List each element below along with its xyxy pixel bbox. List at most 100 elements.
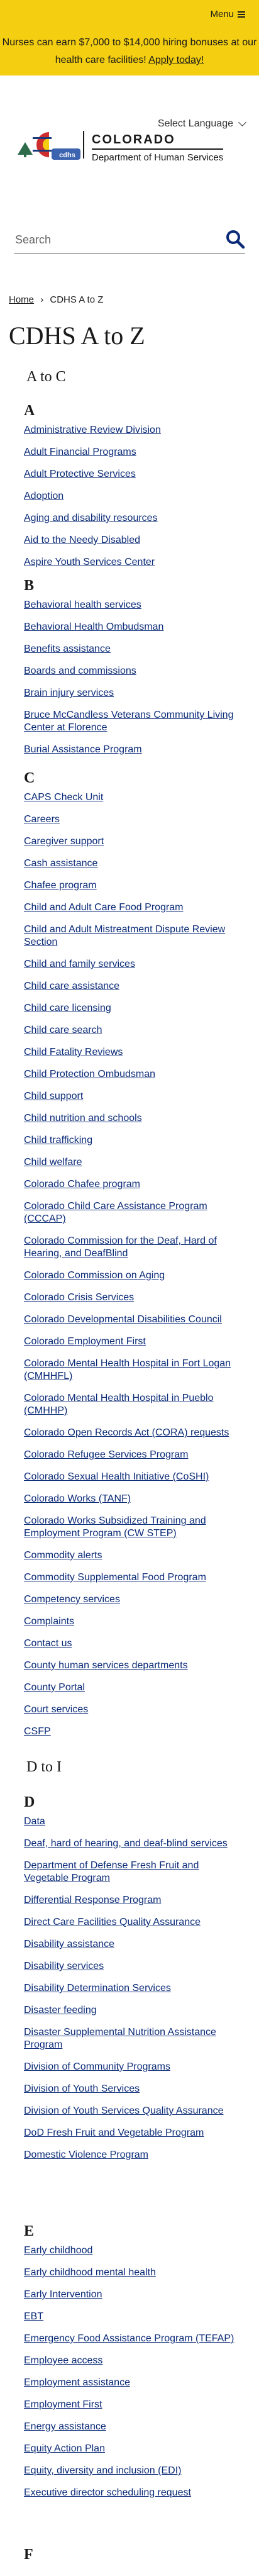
- list-item: Child and Adult Mistreatment Dispute Rev…: [24, 923, 244, 949]
- az-link[interactable]: Colorado Works (TANF): [24, 1493, 131, 1504]
- az-link[interactable]: Emergency Food Assistance Program (TEFAP…: [24, 2333, 234, 2344]
- az-link[interactable]: Colorado Chafee program: [24, 1179, 140, 1190]
- az-link[interactable]: Aging and disability resources: [24, 513, 158, 523]
- az-link[interactable]: Colorado Open Records Act (CORA) request…: [24, 1427, 229, 1438]
- list-item: Adult Protective Services: [24, 468, 244, 481]
- az-link[interactable]: Brain injury services: [24, 688, 114, 698]
- az-link[interactable]: Child care search: [24, 1025, 102, 1035]
- az-link[interactable]: Colorado Sexual Health Initiative (CoSHI…: [24, 1471, 209, 1482]
- az-link[interactable]: Early Intervention: [24, 2289, 102, 2300]
- search-icon[interactable]: [225, 229, 245, 249]
- az-link[interactable]: Aid to the Needy Disabled: [24, 535, 140, 545]
- az-link[interactable]: Deaf, hard of hearing, and deaf-blind se…: [24, 1838, 228, 1849]
- az-link[interactable]: DoD Fresh Fruit and Vegetable Program: [24, 2127, 204, 2138]
- list-item: Employment First: [24, 2399, 244, 2411]
- e-list: Early childhood Early childhood mental he…: [24, 2244, 244, 2509]
- az-link[interactable]: EBT: [24, 2311, 43, 2322]
- az-link[interactable]: Colorado Mental Health Hospital in Fort …: [24, 1358, 231, 1381]
- search-input[interactable]: [14, 226, 205, 253]
- az-link[interactable]: Colorado Commission on Aging: [24, 1270, 165, 1281]
- list-item: Colorado Works Subsidized Training and E…: [24, 1515, 244, 1540]
- az-link[interactable]: Adult Protective Services: [24, 469, 136, 479]
- list-item: Equity, diversity and inclusion (EDI): [24, 2465, 244, 2477]
- az-link[interactable]: Child and Adult Care Food Program: [24, 902, 183, 913]
- az-link[interactable]: Colorado Employment First: [24, 1336, 146, 1347]
- az-link[interactable]: Competency services: [24, 1594, 120, 1605]
- az-link[interactable]: Disability services: [24, 1961, 104, 1971]
- az-link[interactable]: Colorado Child Care Assistance Program (…: [24, 1201, 207, 1224]
- az-link[interactable]: Child welfare: [24, 1157, 82, 1168]
- az-link[interactable]: County Portal: [24, 1682, 85, 1693]
- az-link[interactable]: Child and family services: [24, 959, 135, 969]
- list-item: Behavioral health services: [24, 599, 244, 611]
- breadcrumb-home[interactable]: Home: [9, 294, 34, 305]
- az-link[interactable]: Domestic Violence Program: [24, 2149, 148, 2160]
- az-link[interactable]: Behavioral Health Ombudsman: [24, 622, 163, 632]
- list-item: Administrative Review Division: [24, 424, 244, 437]
- az-link[interactable]: Direct Care Facilities Quality Assurance: [24, 1917, 201, 1927]
- az-link[interactable]: Equity Action Plan: [24, 2443, 105, 2454]
- az-link[interactable]: Early childhood mental health: [24, 2267, 156, 2278]
- az-link[interactable]: County human services departments: [24, 1660, 188, 1671]
- az-link[interactable]: Child care licensing: [24, 1003, 111, 1013]
- az-link[interactable]: Adoption: [24, 491, 63, 501]
- az-link[interactable]: Executive director scheduling request: [24, 2487, 191, 2498]
- list-item: Disaster Supplemental Nutrition Assistan…: [24, 2026, 244, 2051]
- az-link[interactable]: Energy assistance: [24, 2421, 106, 2432]
- az-link[interactable]: Behavioral health services: [24, 599, 141, 610]
- az-link[interactable]: Employee access: [24, 2355, 102, 2366]
- a-list: Administrative Review Division Adult Fina…: [24, 424, 244, 578]
- az-link[interactable]: Employment First: [24, 2399, 102, 2410]
- az-link[interactable]: Data: [24, 1816, 45, 1827]
- az-link[interactable]: Aspire Youth Services Center: [24, 557, 155, 567]
- az-link[interactable]: Careers: [24, 814, 60, 825]
- az-link[interactable]: Child Protection Ombudsman: [24, 1069, 155, 1079]
- menu-button[interactable]: Menu: [210, 9, 245, 20]
- az-link[interactable]: Child and Adult Mistreatment Dispute Rev…: [24, 924, 225, 947]
- az-link[interactable]: CSFP: [24, 1726, 51, 1737]
- az-link[interactable]: Equity, diversity and inclusion (EDI): [24, 2465, 181, 2476]
- az-link[interactable]: Commodity Supplemental Food Program: [24, 1572, 206, 1583]
- az-link[interactable]: Benefits assistance: [24, 644, 111, 654]
- az-link[interactable]: Disability assistance: [24, 1939, 114, 1949]
- banner-apply-link[interactable]: Apply today!: [148, 55, 204, 65]
- az-link[interactable]: Chafee program: [24, 880, 97, 891]
- list-item: Adult Financial Programs: [24, 446, 244, 459]
- az-link[interactable]: Disaster Supplemental Nutrition Assistan…: [24, 2027, 216, 2050]
- az-link[interactable]: Caregiver support: [24, 836, 104, 847]
- az-link[interactable]: Complaints: [24, 1616, 74, 1627]
- az-link[interactable]: Department of Defense Fresh Fruit and Ve…: [24, 1860, 199, 1883]
- az-link[interactable]: Colorado Commission for the Deaf, Hard o…: [24, 1235, 217, 1259]
- az-link[interactable]: Colorado Developmental Disabilities Coun…: [24, 1314, 222, 1325]
- az-link[interactable]: Child care assistance: [24, 981, 119, 991]
- az-link[interactable]: Child Fatality Reviews: [24, 1047, 123, 1057]
- az-link[interactable]: Division of Youth Services: [24, 2083, 140, 2094]
- az-link[interactable]: Administrative Review Division: [24, 425, 161, 435]
- az-link[interactable]: Cash assistance: [24, 858, 97, 869]
- az-link[interactable]: Division of Community Programs: [24, 2061, 170, 2072]
- list-item: Equity Action Plan: [24, 2443, 244, 2455]
- az-link[interactable]: Court services: [24, 1704, 88, 1715]
- az-link[interactable]: Colorado Refugee Services Program: [24, 1449, 188, 1460]
- az-link[interactable]: CAPS Check Unit: [24, 792, 103, 803]
- az-link[interactable]: Division of Youth Services Quality Assur…: [24, 2105, 224, 2116]
- az-link[interactable]: Adult Financial Programs: [24, 447, 136, 457]
- az-link[interactable]: Contact us: [24, 1638, 72, 1649]
- az-link[interactable]: Bruce McCandless Veterans Community Livi…: [24, 710, 233, 733]
- az-link[interactable]: Employment assistance: [24, 2377, 130, 2388]
- az-link[interactable]: Child support: [24, 1091, 83, 1101]
- az-link[interactable]: Colorado Crisis Services: [24, 1292, 134, 1303]
- letter-heading-d: D: [24, 1794, 35, 1810]
- list-item: Boards and commissions: [24, 665, 244, 677]
- az-link[interactable]: Burial Assistance Program: [24, 744, 142, 755]
- az-link[interactable]: Disability Determination Services: [24, 1983, 171, 1993]
- az-link[interactable]: Child trafficking: [24, 1135, 92, 1146]
- az-link[interactable]: Boards and commissions: [24, 666, 136, 676]
- az-link[interactable]: Commodity alerts: [24, 1550, 102, 1561]
- az-link[interactable]: Colorado Mental Health Hospital in Puebl…: [24, 1393, 214, 1416]
- az-link[interactable]: Early childhood: [24, 2245, 92, 2256]
- az-link[interactable]: Differential Response Program: [24, 1895, 161, 1905]
- az-link[interactable]: Disaster feeding: [24, 2005, 97, 2016]
- az-link[interactable]: Colorado Works Subsidized Training and E…: [24, 1515, 206, 1539]
- az-link[interactable]: Child nutrition and schools: [24, 1113, 142, 1124]
